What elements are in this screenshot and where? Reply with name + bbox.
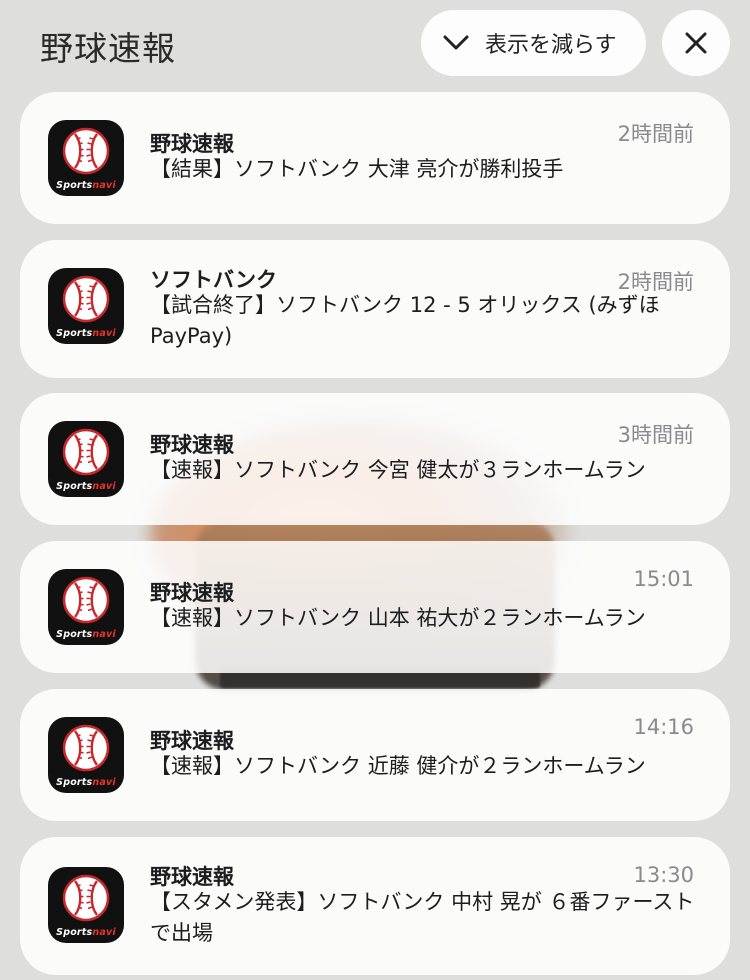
brand-sports: Sports [56,927,93,938]
app-brand-label: Sportsnavi [48,629,124,640]
notification-body: 【スタメン発表】ソフトバンク 中村 晃が ６番ファーストで出場 [150,890,695,945]
close-button[interactable] [662,10,730,76]
show-less-label: 表示を減らす [485,33,617,58]
notification-body: 【速報】ソフトバンク 近藤 健介が２ランホームラン [150,754,646,778]
sportsnavi-app-icon: Sportsnavi [48,867,124,943]
group-title: 野球速報 [40,29,176,68]
brand-navi: navi [92,180,116,191]
brand-navi: navi [92,777,116,788]
notification-body: 【試合終了】ソフトバンク 12 - 5 オリックス (みずほ PayPay) [150,293,660,348]
app-brand-label: Sportsnavi [48,777,124,788]
notification-group-header: 野球速報 表示を減らす [0,0,750,92]
baseball-icon [62,874,110,922]
brand-navi: navi [92,481,116,492]
baseball-icon [62,576,110,624]
notification-body: 【速報】ソフトバンク 今宮 健太が３ランホームラン [150,458,646,482]
notification-body: 【結果】ソフトバンク 大津 亮介が勝利投手 [150,157,564,181]
close-icon [685,32,707,54]
chevron-down-icon [443,35,469,50]
notification-card[interactable]: Sportsnavi 野球速報 15:01 【速報】ソフトバンク 山本 祐大が２… [20,541,730,673]
brand-sports: Sports [56,629,93,640]
sportsnavi-app-icon: Sportsnavi [48,120,124,196]
sportsnavi-app-icon: Sportsnavi [48,421,124,497]
notification-card[interactable]: Sportsnavi 野球速報 2時間前 【結果】ソフトバンク 大津 亮介が勝利… [20,92,730,224]
baseball-icon [62,724,110,772]
brand-sports: Sports [56,180,93,191]
notification-time: 3時間前 [617,423,694,447]
baseball-icon [62,428,110,476]
brand-sports: Sports [56,777,93,788]
notification-card[interactable]: Sportsnavi 野球速報 13:30 【スタメン発表】ソフトバンク 中村 … [20,837,730,975]
notification-time: 15:01 [633,567,694,591]
notification-time: 13:30 [633,863,694,887]
notification-time: 2時間前 [617,122,694,146]
brand-sports: Sports [56,328,93,339]
sportsnavi-app-icon: Sportsnavi [48,569,124,645]
app-brand-label: Sportsnavi [48,481,124,492]
brand-sports: Sports [56,481,93,492]
sportsnavi-app-icon: Sportsnavi [48,268,124,344]
brand-navi: navi [92,927,116,938]
app-brand-label: Sportsnavi [48,180,124,191]
notification-body: 【速報】ソフトバンク 山本 祐大が２ランホームラン [150,606,646,630]
notification-card[interactable]: Sportsnavi ソフトバンク 2時間前 【試合終了】ソフトバンク 12 -… [20,240,730,378]
baseball-icon [62,275,110,323]
notification-card[interactable]: Sportsnavi 野球速報 3時間前 【速報】ソフトバンク 今宮 健太が３ラ… [20,393,730,525]
show-less-button[interactable]: 表示を減らす [421,10,646,76]
brand-navi: navi [92,629,116,640]
app-brand-label: Sportsnavi [48,328,124,339]
baseball-icon [62,127,110,175]
notification-card[interactable]: Sportsnavi 野球速報 14:16 【速報】ソフトバンク 近藤 健介が２… [20,689,730,821]
notification-time: 14:16 [633,715,694,739]
app-brand-label: Sportsnavi [48,927,124,938]
brand-navi: navi [92,328,116,339]
sportsnavi-app-icon: Sportsnavi [48,717,124,793]
